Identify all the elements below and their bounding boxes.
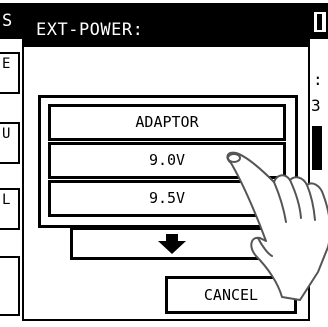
option-9-5v[interactable]: 9.5V (48, 180, 286, 217)
background-colon: : (313, 70, 323, 89)
background-scroll-thumb (317, 14, 322, 30)
background-side-button-label: E (2, 56, 11, 72)
background-side-button-label: L (2, 192, 11, 208)
dialog-title: EXT-POWER: (36, 20, 144, 40)
background-value-text: 3 (311, 96, 321, 115)
background-edge-mark (312, 126, 322, 170)
background-side-button-label: U (2, 126, 11, 142)
cancel-button[interactable]: CANCEL (165, 276, 297, 314)
option-adaptor[interactable]: ADAPTOR (48, 104, 286, 141)
background-side-button[interactable]: E (0, 52, 20, 94)
background-side-button[interactable]: L (0, 188, 20, 230)
arrow-down-icon (158, 234, 186, 254)
option-9-0v[interactable]: 9.0V (48, 142, 286, 179)
background-title-text: S (2, 11, 13, 31)
scroll-down-button[interactable] (70, 227, 274, 260)
background-side-button[interactable]: U (0, 122, 20, 164)
background-side-button[interactable] (0, 256, 20, 316)
